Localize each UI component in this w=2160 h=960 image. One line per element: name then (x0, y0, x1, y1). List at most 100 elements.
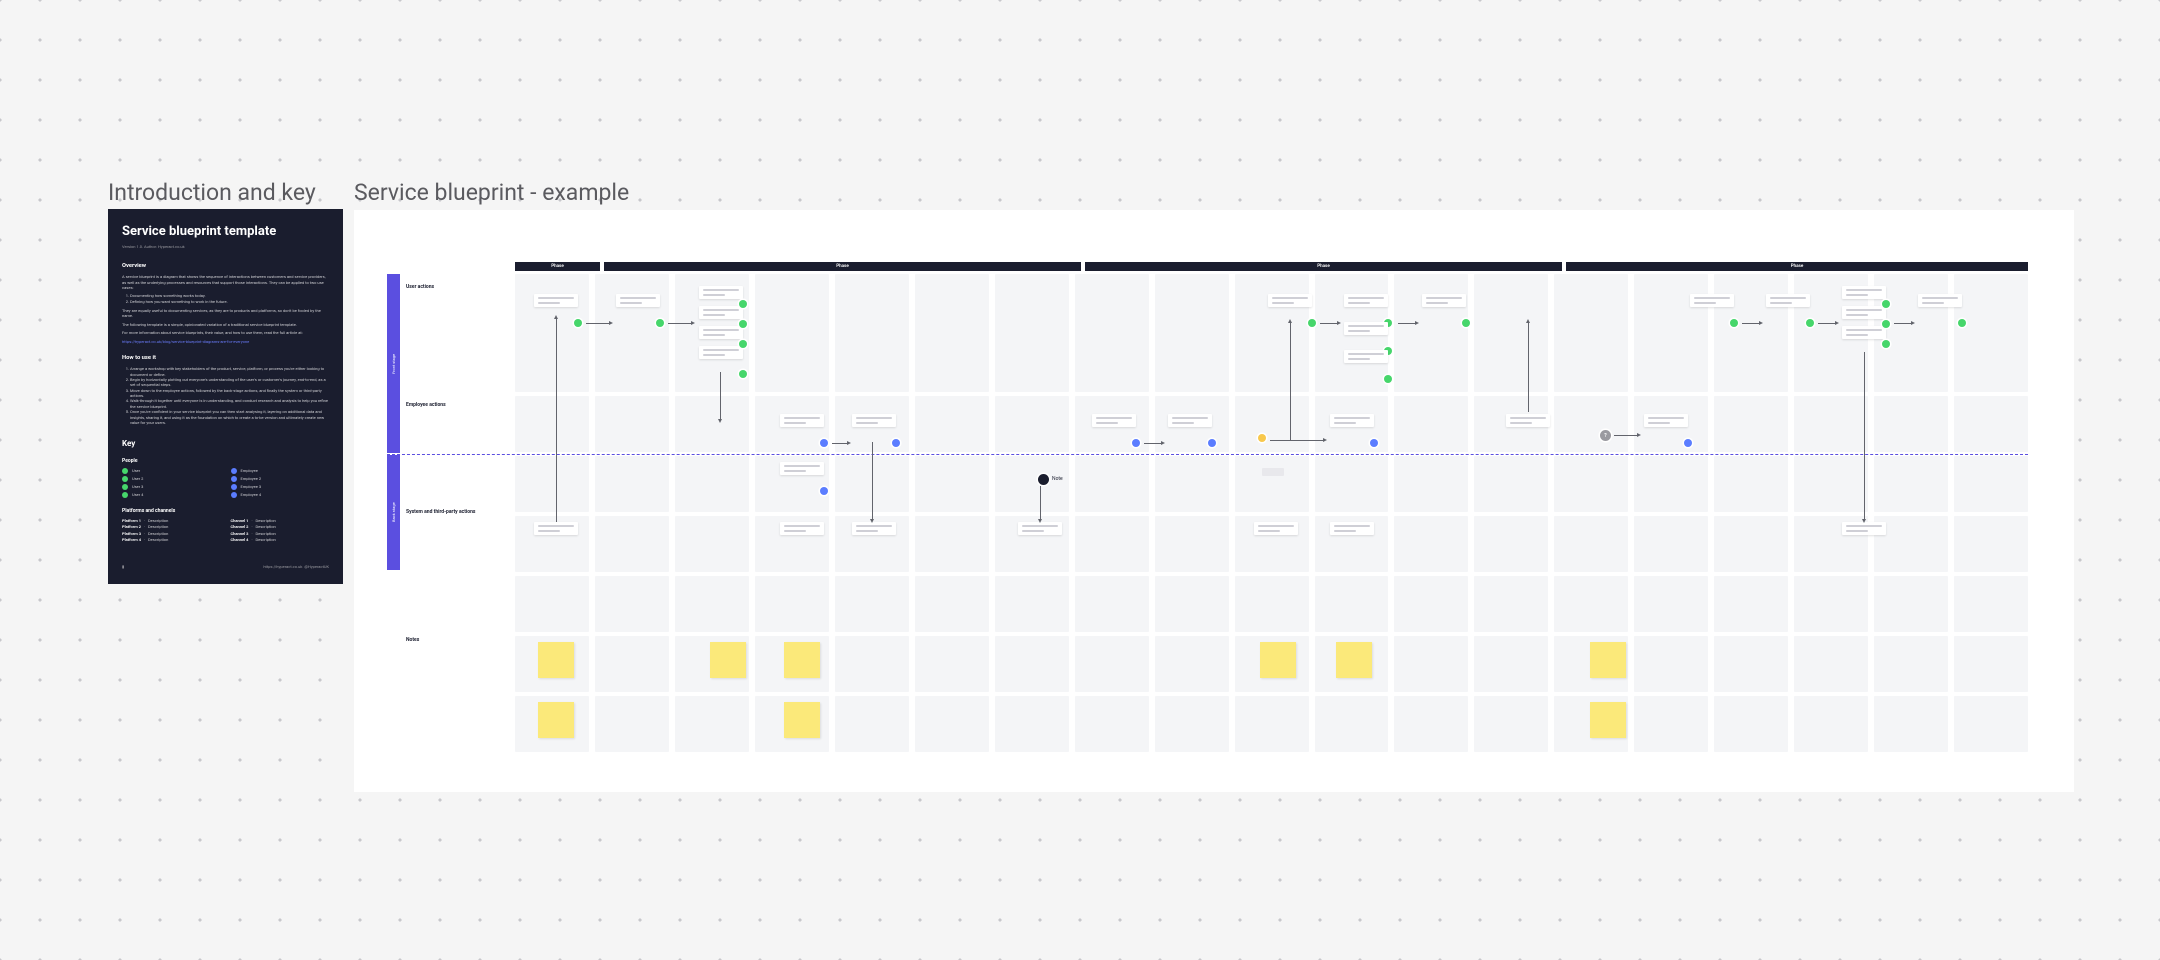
card[interactable] (1254, 522, 1298, 535)
card[interactable] (1344, 294, 1388, 307)
lane-cell[interactable] (1634, 516, 1708, 572)
card[interactable] (699, 326, 743, 339)
lane-cell[interactable] (1394, 516, 1468, 572)
lane-cell[interactable] (1235, 274, 1309, 392)
lane-cell[interactable] (595, 274, 669, 392)
card[interactable] (534, 294, 578, 307)
lane-cell[interactable] (1315, 576, 1389, 632)
lane-cell[interactable] (1394, 396, 1468, 452)
sticky-note[interactable] (1590, 702, 1626, 738)
lane-cell[interactable] (1714, 636, 1788, 692)
card[interactable] (1842, 522, 1886, 535)
lane-cell[interactable] (995, 696, 1069, 752)
card[interactable] (616, 294, 660, 307)
lane-cell[interactable] (1714, 396, 1788, 452)
lane-cell[interactable] (1874, 456, 1948, 512)
phase-2[interactable]: Phase (604, 262, 1081, 271)
lane-cell[interactable] (1315, 696, 1389, 752)
sticky-note[interactable] (538, 642, 574, 678)
card[interactable] (1330, 414, 1374, 427)
lane-cell[interactable] (675, 576, 749, 632)
lane-cell[interactable] (675, 516, 749, 572)
lane-cell[interactable] (1075, 696, 1149, 752)
lane-cell[interactable] (1874, 636, 1948, 692)
lane-cell[interactable] (1714, 456, 1788, 512)
card[interactable] (780, 462, 824, 475)
lane-cell[interactable] (1075, 456, 1149, 512)
lane-cell[interactable] (1075, 274, 1149, 392)
lane-cell[interactable] (1075, 636, 1149, 692)
card[interactable] (1344, 350, 1388, 363)
lane-cell[interactable] (1075, 516, 1149, 572)
lane-cell[interactable] (1874, 696, 1948, 752)
card[interactable] (852, 522, 896, 535)
sticky-note[interactable] (784, 702, 820, 738)
lane-cell[interactable] (915, 456, 989, 512)
lane-cell[interactable] (915, 396, 989, 452)
lane-cell[interactable] (915, 516, 989, 572)
blueprint-frame[interactable]: Phase Phase Phase Phase Front stage Back… (354, 210, 2074, 792)
card[interactable] (534, 522, 578, 535)
card[interactable] (1330, 522, 1374, 535)
lane-cell[interactable] (915, 274, 989, 392)
lane-cell[interactable] (595, 516, 669, 572)
lane-cell[interactable] (1474, 576, 1548, 632)
card[interactable] (780, 414, 824, 427)
card[interactable] (1918, 294, 1962, 307)
lane-cell[interactable] (515, 274, 589, 392)
card[interactable] (1842, 286, 1886, 299)
lane-cell[interactable] (1954, 636, 2028, 692)
lane-cell[interactable] (835, 274, 909, 392)
card[interactable] (1690, 294, 1734, 307)
lane-cell[interactable] (1954, 696, 2028, 752)
lane-cell[interactable] (595, 636, 669, 692)
lane-cell[interactable] (1954, 576, 2028, 632)
lane-cell[interactable] (1714, 516, 1788, 572)
lane-cell[interactable] (1394, 576, 1468, 632)
lane-cell[interactable] (1155, 516, 1229, 572)
lane-cell[interactable] (1155, 636, 1229, 692)
lane-cell[interactable] (1394, 456, 1468, 512)
sticky-note[interactable] (1260, 642, 1296, 678)
lane-cell[interactable] (995, 456, 1069, 512)
sticky-note[interactable] (784, 642, 820, 678)
card[interactable] (1766, 294, 1810, 307)
sticky-note[interactable] (710, 642, 746, 678)
lane-cell[interactable] (595, 696, 669, 752)
phase-1[interactable]: Phase (515, 262, 600, 271)
frame-label-intro[interactable]: Introduction and key (108, 179, 316, 206)
lane-cell[interactable] (995, 576, 1069, 632)
lane-cell[interactable] (1954, 516, 2028, 572)
lane-cell[interactable] (1554, 456, 1628, 512)
lane-cell[interactable] (1075, 576, 1149, 632)
card[interactable] (1506, 414, 1550, 427)
lane-cell[interactable] (1394, 274, 1468, 392)
lane-cell[interactable] (915, 576, 989, 632)
lane-cell[interactable] (1634, 274, 1708, 392)
lane-cell[interactable] (1794, 456, 1868, 512)
lane-cell[interactable] (1794, 636, 1868, 692)
lane-cell[interactable] (1474, 456, 1548, 512)
lane-cell[interactable] (1235, 576, 1309, 632)
lane-cell[interactable] (755, 274, 829, 392)
lane-cell[interactable] (1474, 696, 1548, 752)
lane-cell[interactable] (1954, 274, 2028, 392)
frame-label-example[interactable]: Service blueprint - example (354, 179, 629, 206)
lane-cell[interactable] (1874, 396, 1948, 452)
lane-cell[interactable] (515, 456, 589, 512)
lane-cell[interactable] (1474, 516, 1548, 572)
lane-cell[interactable] (1634, 456, 1708, 512)
card[interactable] (1842, 326, 1886, 339)
lane-cell[interactable] (1554, 274, 1628, 392)
lane-cell[interactable] (1714, 274, 1788, 392)
lane-cell[interactable] (675, 696, 749, 752)
lane-cell[interactable] (1794, 696, 1868, 752)
lane-cell[interactable] (1874, 576, 1948, 632)
lane-cell[interactable] (515, 396, 589, 452)
lane-cell[interactable] (995, 274, 1069, 392)
lane-cell[interactable] (1155, 456, 1229, 512)
figma-canvas[interactable]: Introduction and key Service blueprint -… (0, 0, 2160, 960)
lane-cell[interactable] (1474, 636, 1548, 692)
lane-cell[interactable] (755, 576, 829, 632)
lane-cell[interactable] (1554, 576, 1628, 632)
